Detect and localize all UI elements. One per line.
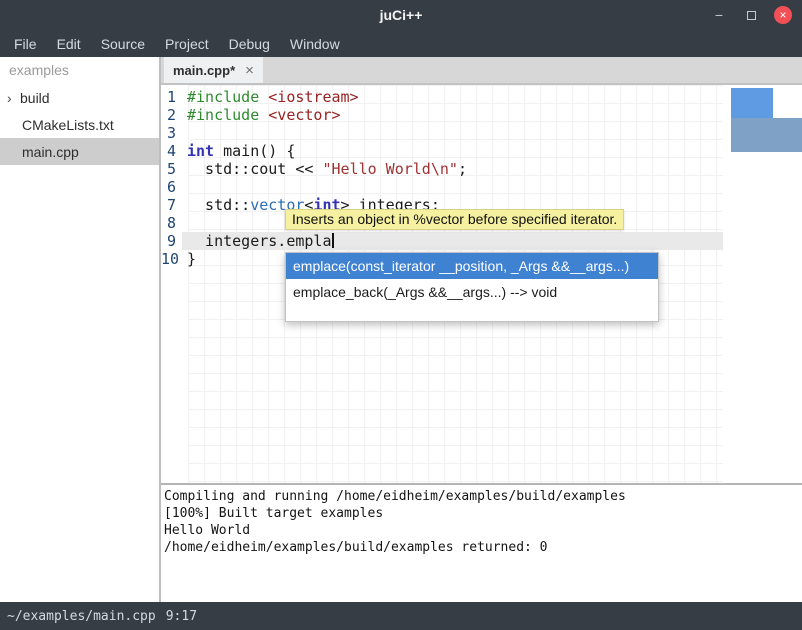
doc-tooltip: Inserts an object in %vector before spec… xyxy=(285,209,624,230)
code-line[interactable]: 1#include <iostream> xyxy=(161,88,723,106)
line-number: 7 xyxy=(161,196,182,214)
restore-button[interactable] xyxy=(742,6,760,24)
minimap-block[interactable] xyxy=(731,118,802,152)
tree-item-label: CMakeLists.txt xyxy=(22,117,114,133)
app-window: juCi++ − × FileEditSourceProjectDebugWin… xyxy=(0,0,802,630)
scrollbar-thumb[interactable] xyxy=(731,88,773,118)
output-lines: Compiling and running /home/eidheim/exam… xyxy=(164,488,802,556)
tree-item-label: main.cpp xyxy=(22,144,79,160)
code-text[interactable]: int main() { xyxy=(182,142,723,160)
code-line[interactable]: 6 xyxy=(161,178,723,196)
code-text[interactable]: integers.empla xyxy=(182,232,723,250)
window-title: juCi++ xyxy=(380,7,423,23)
code-line[interactable]: 5 std::cout << "Hello World\n"; xyxy=(161,160,723,178)
output-line: Compiling and running /home/eidheim/exam… xyxy=(164,488,802,505)
main-area: examples ›build CMakeLists.txt main.cpp ma… xyxy=(0,57,802,602)
tree-item-label: build xyxy=(20,90,50,106)
menu-project[interactable]: Project xyxy=(155,36,219,52)
tab-close-icon[interactable]: × xyxy=(245,62,254,79)
output-panel[interactable]: Compiling and running /home/eidheim/exam… xyxy=(161,485,802,602)
menu-edit[interactable]: Edit xyxy=(47,36,91,52)
code-text[interactable]: std::cout << "Hello World\n"; xyxy=(182,160,723,178)
chevron-right-icon[interactable]: › xyxy=(7,91,20,105)
code-text[interactable]: #include <iostream> xyxy=(182,88,723,106)
sidebar: examples ›build CMakeLists.txt main.cpp xyxy=(0,57,161,602)
status-cursor-position: 9:17 xyxy=(166,609,197,624)
code-line[interactable]: 4int main() { xyxy=(161,142,723,160)
completion-popup: emplace(const_iterator __position, _Args… xyxy=(285,252,659,322)
code-editor[interactable]: 1#include <iostream>2#include <vector>34… xyxy=(161,85,802,483)
minimize-button[interactable]: − xyxy=(710,6,728,24)
editor-column: main.cpp* × 1#include <iostream>2#includ… xyxy=(161,57,802,602)
code-lines: 1#include <iostream>2#include <vector>34… xyxy=(161,88,723,268)
code-text[interactable] xyxy=(182,178,723,196)
code-line[interactable]: 2#include <vector> xyxy=(161,106,723,124)
statusbar: ~/examples/main.cpp 9:17 xyxy=(0,602,802,630)
code-text[interactable]: #include <vector> xyxy=(182,106,723,124)
close-icon: × xyxy=(779,8,786,22)
restore-icon xyxy=(747,11,756,20)
sidebar-header: examples xyxy=(0,57,159,84)
line-number: 3 xyxy=(161,124,182,142)
output-line: [100%] Built target examples xyxy=(164,505,802,522)
completion-item[interactable]: emplace(const_iterator __position, _Args… xyxy=(286,253,658,279)
line-number: 10 xyxy=(161,250,182,268)
output-line: /home/eidheim/examples/build/examples re… xyxy=(164,539,802,556)
menu-file[interactable]: File xyxy=(4,36,47,52)
output-line: Hello World xyxy=(164,522,802,539)
line-number: 6 xyxy=(161,178,182,196)
tab-label: main.cpp* xyxy=(173,63,235,78)
line-number: 1 xyxy=(161,88,182,106)
status-file-path: ~/examples/main.cpp xyxy=(7,609,156,624)
window-controls: − × xyxy=(710,0,792,30)
line-number: 8 xyxy=(161,214,182,232)
code-line[interactable]: 9 integers.empla xyxy=(161,232,723,250)
line-number: 9 xyxy=(161,232,182,250)
tab-main-cpp[interactable]: main.cpp* × xyxy=(164,57,263,83)
menu-window[interactable]: Window xyxy=(280,36,350,52)
line-number: 2 xyxy=(161,106,182,124)
menu-debug[interactable]: Debug xyxy=(219,36,280,52)
tree-item-build[interactable]: ›build xyxy=(0,84,159,111)
tree-item-cmakelists-txt[interactable]: CMakeLists.txt xyxy=(0,111,159,138)
tree-item-main-cpp[interactable]: main.cpp xyxy=(0,138,159,165)
menubar: FileEditSourceProjectDebugWindow xyxy=(0,30,802,57)
line-number: 4 xyxy=(161,142,182,160)
tooltip-text: Inserts an object in %vector before spec… xyxy=(292,211,617,227)
code-text[interactable] xyxy=(182,124,723,142)
close-button[interactable]: × xyxy=(774,6,792,24)
code-line[interactable]: 3 xyxy=(161,124,723,142)
tabbar: main.cpp* × xyxy=(161,57,802,85)
file-tree: ›build CMakeLists.txt main.cpp xyxy=(0,84,159,165)
menu-source[interactable]: Source xyxy=(91,36,155,52)
text-cursor xyxy=(332,233,334,248)
completion-list: emplace(const_iterator __position, _Args… xyxy=(286,253,658,305)
completion-item[interactable]: emplace_back(_Args &&__args...) --> void xyxy=(286,279,658,305)
titlebar[interactable]: juCi++ − × xyxy=(0,0,802,30)
editor-scroll-area xyxy=(723,85,802,483)
line-number: 5 xyxy=(161,160,182,178)
